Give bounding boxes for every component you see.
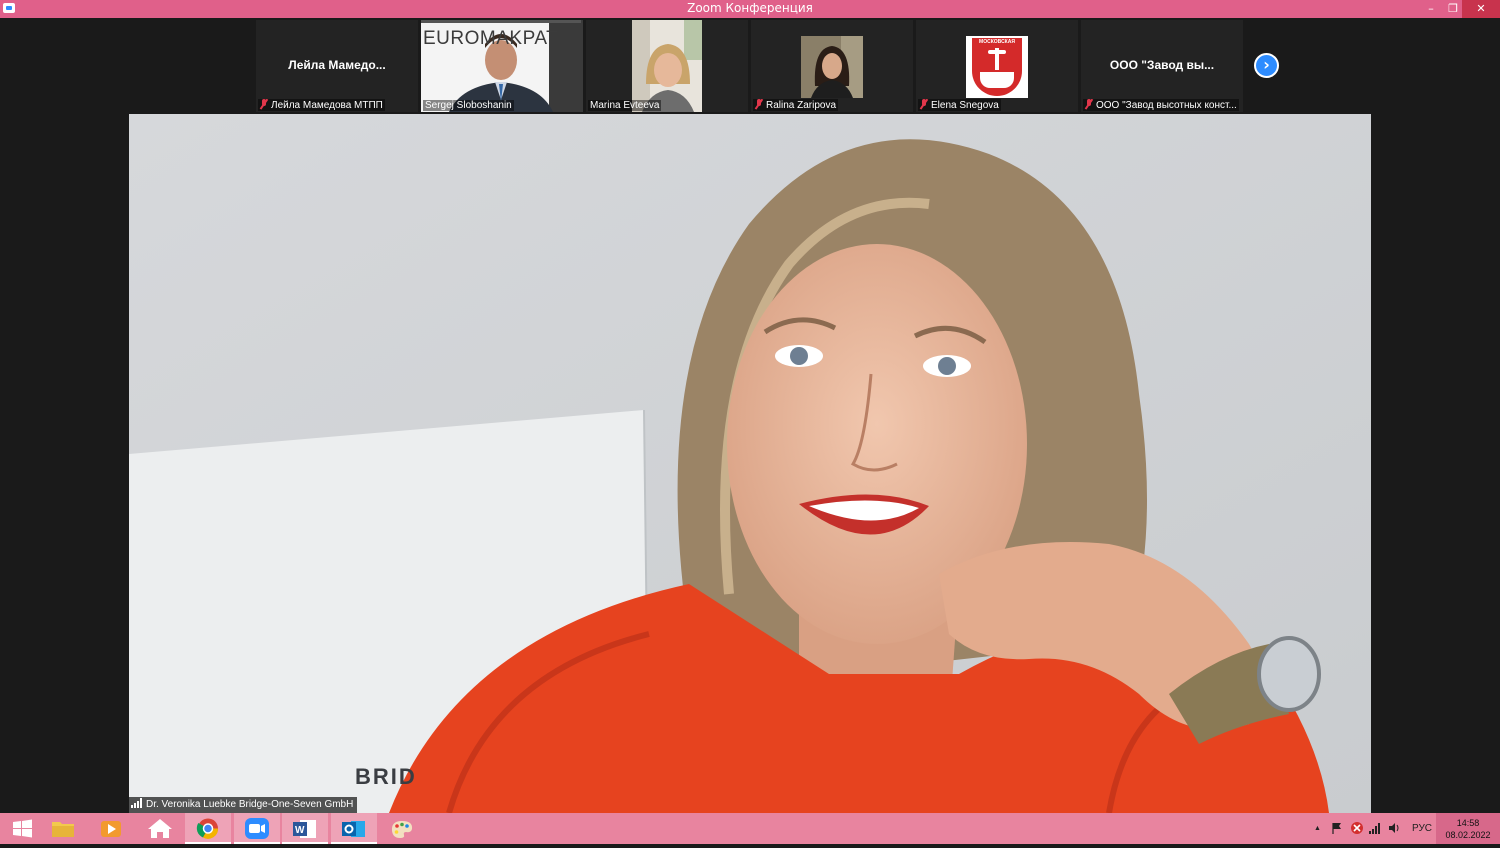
media-player-icon	[101, 821, 121, 837]
clock-time: 14:58	[1456, 818, 1480, 828]
participant-label-text: Sergej Sloboshanin	[425, 100, 512, 111]
participant-label: Лейла Мамедова МТПП	[258, 99, 385, 111]
participant-tile[interactable]: МОСКОВСКАЯ Elena Snegova	[916, 20, 1078, 112]
folder-icon	[52, 822, 74, 837]
outlook-icon	[342, 821, 365, 837]
taskbar-file-explorer[interactable]	[40, 813, 86, 844]
participant-avatar-photo	[801, 36, 863, 98]
active-speaker-name: Dr. Veronika Luebke Bridge-One-Seven Gmb…	[146, 799, 354, 810]
close-button[interactable]: ✕	[1462, 0, 1500, 18]
active-speaker-label: Dr. Veronika Luebke Bridge-One-Seven Gmb…	[129, 797, 358, 813]
microphone-muted-icon	[755, 99, 763, 109]
taskbar-paint[interactable]	[379, 813, 425, 844]
taskbar-clock[interactable]: 14:58 08.02.2022	[1436, 813, 1500, 844]
input-language-indicator[interactable]: РУС	[1412, 813, 1432, 844]
participant-label-text: Marina Evteeva	[590, 100, 660, 111]
participant-label: ООО "Завод высотных конст...	[1083, 99, 1239, 111]
taskbar-word[interactable]: W	[282, 813, 328, 844]
next-page-button[interactable]: ›	[1254, 53, 1279, 78]
wall-logo-text: BRID	[355, 764, 417, 789]
participant-label: Ralina Zaripova	[753, 99, 839, 111]
svg-text:W: W	[295, 825, 305, 836]
company-banner-text: EUROMAKPAT	[423, 28, 559, 49]
taskbar-home[interactable]	[137, 813, 183, 844]
zoom-icon	[245, 818, 269, 839]
participant-label: Elena Snegova	[918, 99, 1001, 111]
window-title: Zoom Конференция	[687, 1, 813, 15]
participant-name-large: Лейла Мамедо...	[288, 58, 386, 72]
taskbar-outlook[interactable]	[331, 813, 377, 844]
taskbar-chrome[interactable]	[185, 813, 231, 844]
participant-label-text: Elena Snegova	[931, 100, 999, 111]
participant-tile[interactable]: Marina Evteeva	[586, 20, 748, 112]
microphone-muted-icon	[1085, 99, 1093, 109]
participant-name-large: ООО "Завод вы...	[1109, 58, 1215, 72]
participant-label-text: Ralina Zaripova	[766, 100, 837, 111]
participant-tile[interactable]: ООО "Завод вы... ООО "Завод высотных кон…	[1081, 20, 1243, 112]
word-icon: W	[293, 820, 316, 838]
home-icon	[148, 819, 172, 838]
participant-tile[interactable]: Лейла Мамедо... Лейла Мамедова МТПП	[256, 20, 418, 112]
volume-icon[interactable]	[1387, 821, 1401, 835]
network-signal-icon[interactable]	[1368, 821, 1382, 835]
active-speaker-video: BRID	[129, 114, 1371, 813]
taskbar-media-player[interactable]	[88, 813, 134, 844]
paint-palette-icon	[391, 821, 413, 838]
connection-signal-icon	[131, 798, 143, 808]
participant-gallery: Лейла Мамедо... Лейла Мамедова МТПП EURO…	[0, 18, 1500, 114]
microphone-muted-icon	[920, 99, 928, 109]
participant-video-thumbnail	[632, 20, 702, 112]
action-center-flag-icon[interactable]	[1330, 821, 1344, 835]
speaker-video-frame	[129, 114, 1371, 813]
participant-label: Marina Evteeva	[588, 100, 662, 111]
tray-overflow-button[interactable]: ▲	[1314, 813, 1321, 844]
participant-label-text: Лейла Мамедова МТПП	[271, 100, 383, 111]
participant-label-text: ООО "Завод высотных конст...	[1096, 100, 1237, 111]
chrome-icon	[196, 818, 219, 839]
antivirus-icon[interactable]	[1350, 821, 1364, 835]
microphone-muted-icon	[260, 99, 268, 109]
clock-date: 08.02.2022	[1445, 830, 1491, 840]
chamber-of-commerce-logo: МОСКОВСКАЯ	[966, 36, 1028, 98]
participant-tile[interactable]: Ralina Zaripova	[751, 20, 913, 112]
windows-taskbar: W ▲ РУС 14:58 08.02.2022	[0, 813, 1500, 844]
window-titlebar: Zoom Конференция – ❐ ✕	[0, 0, 1500, 18]
participant-tile[interactable]: EUROMAKPAT Sergej Sloboshanin	[421, 20, 583, 112]
participant-label: Sergej Sloboshanin	[423, 100, 514, 111]
logo-text: МОСКОВСКАЯ	[979, 39, 1015, 45]
taskbar-zoom[interactable]	[234, 813, 280, 844]
